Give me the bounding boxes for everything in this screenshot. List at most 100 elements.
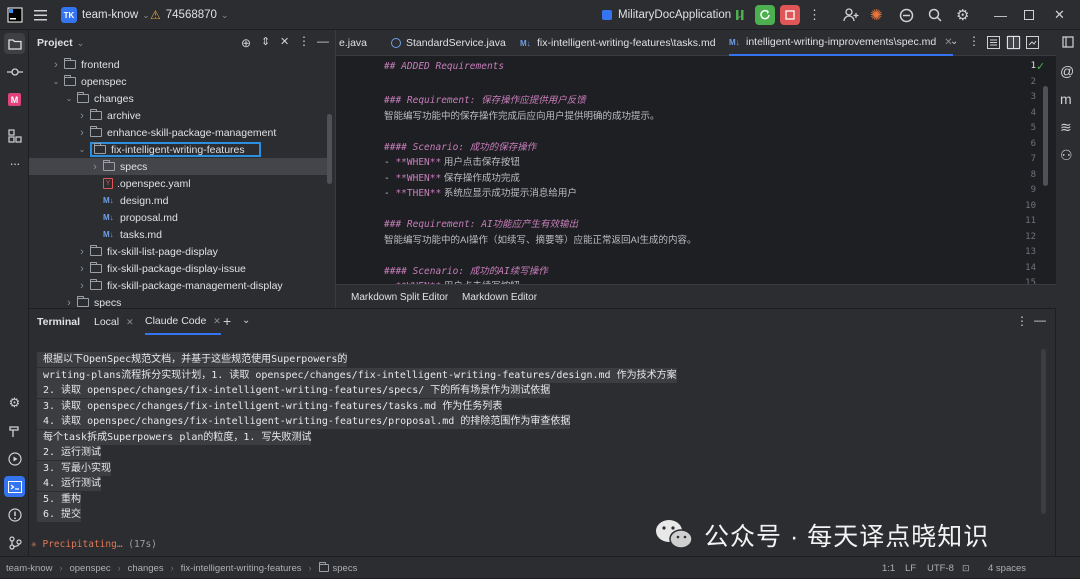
- close-window-button[interactable]: ✕: [1054, 0, 1065, 30]
- build-hammer-icon[interactable]: [4, 420, 25, 441]
- structure-icon[interactable]: [4, 125, 25, 146]
- lock-icon[interactable]: ⊡: [962, 557, 970, 579]
- tree-item[interactable]: Y .openspec.yaml: [29, 175, 329, 192]
- notifications-icon[interactable]: [1061, 35, 1075, 49]
- caret-position[interactable]: 1:1: [882, 557, 895, 579]
- markdown-m-icon[interactable]: m: [1060, 91, 1072, 107]
- hide-panel-icon[interactable]: —: [317, 34, 329, 48]
- sync-icon[interactable]: [899, 0, 914, 30]
- search-icon[interactable]: [928, 0, 942, 30]
- breadcrumb-item[interactable]: fix-intelligent-writing-features: [181, 563, 302, 574]
- settings-gear-icon[interactable]: ⚙: [956, 0, 969, 30]
- code-area[interactable]: 1 ## ADDED Requirements 2 3 ### Requirement:…: [336, 56, 1056, 284]
- file-encoding[interactable]: UTF-8: [927, 557, 954, 579]
- tab-claude-code[interactable]: Claude Code ✕: [145, 309, 221, 335]
- app-logo-icon[interactable]: [7, 0, 23, 30]
- chevron-down-icon[interactable]: ⌄: [51, 77, 61, 86]
- chevron-down-icon[interactable]: ⌄: [77, 145, 87, 154]
- tree-item[interactable]: M↓ design.md: [29, 192, 329, 209]
- project-tool-folder-icon[interactable]: [4, 33, 25, 54]
- chevron-right-icon[interactable]: ›: [77, 246, 87, 258]
- chevron-right-icon[interactable]: ›: [77, 280, 87, 292]
- pause-button[interactable]: [734, 0, 746, 30]
- git-icon[interactable]: [4, 532, 25, 553]
- services-icon[interactable]: ⚙: [4, 392, 25, 413]
- tab-e-java[interactable]: e.java: [339, 30, 367, 56]
- terminal-options-icon[interactable]: ⋮: [1016, 314, 1028, 328]
- chevron-right-icon[interactable]: ›: [77, 110, 87, 122]
- add-user-icon[interactable]: [843, 0, 859, 30]
- line-ending[interactable]: LF: [905, 557, 916, 579]
- tree-item-label: specs: [94, 296, 122, 309]
- copilot-icon[interactable]: ⚇: [1060, 147, 1073, 164]
- tree-item[interactable]: › archive: [29, 107, 329, 124]
- maximize-button[interactable]: [1024, 0, 1034, 30]
- chevron-right-icon[interactable]: ›: [51, 59, 61, 71]
- split-view-icon[interactable]: [1006, 35, 1021, 50]
- more-icon[interactable]: ⋮: [968, 34, 980, 48]
- ai-assistant-icon[interactable]: ✺: [870, 0, 883, 30]
- tree-item[interactable]: › specs: [29, 158, 329, 175]
- close-tab-icon[interactable]: ✕: [126, 317, 134, 328]
- locate-icon[interactable]: ⊕: [241, 36, 251, 50]
- chevron-right-icon[interactable]: ›: [77, 127, 87, 139]
- tabs-dropdown-icon[interactable]: ⌄: [950, 36, 958, 47]
- terminal-icon[interactable]: [4, 476, 25, 497]
- vcs-widget[interactable]: ⚠ 74568870 ⌄: [150, 0, 228, 30]
- options-icon[interactable]: ⋮: [298, 34, 310, 48]
- chevron-right-icon[interactable]: ›: [64, 297, 74, 309]
- tree-item[interactable]: ⌄ changes: [29, 90, 329, 107]
- tab-spec-md[interactable]: M↓ intelligent-writing-improvements\spec…: [729, 30, 953, 56]
- tree-item[interactable]: ⌄ fix-intelligent-writing-features: [29, 141, 329, 158]
- hide-terminal-icon[interactable]: —: [1034, 313, 1046, 327]
- new-tab-plus-icon[interactable]: +: [223, 313, 231, 329]
- breadcrumb-item[interactable]: openspec: [69, 563, 110, 574]
- database-icon[interactable]: ≋: [1060, 119, 1072, 136]
- tabs-chevron-down-icon[interactable]: ⌄: [242, 315, 250, 326]
- rerun-button[interactable]: [755, 0, 775, 30]
- tab-markdown-editor[interactable]: Markdown Editor: [462, 285, 537, 309]
- run-config-name: MilitaryDocApplication: [618, 9, 732, 21]
- main-menu-icon[interactable]: [34, 0, 48, 30]
- preview-only-view-icon[interactable]: [1026, 36, 1039, 49]
- tree-item[interactable]: › enhance-skill-package-management: [29, 124, 329, 141]
- minimize-button[interactable]: —: [994, 0, 1007, 30]
- chevron-down-icon[interactable]: ⌄: [77, 38, 85, 49]
- tree-item[interactable]: › fix-skill-package-display-issue: [29, 260, 329, 277]
- spiral-ai-icon[interactable]: @: [1060, 63, 1074, 79]
- breadcrumb-item[interactable]: team-know: [6, 563, 52, 574]
- close-tab-icon[interactable]: ✕: [213, 316, 221, 327]
- indent-setting[interactable]: 4 spaces: [988, 557, 1026, 579]
- expand-collapse-icon[interactable]: ⇕: [261, 35, 270, 48]
- run-config-selector[interactable]: MilitaryDocApplication ⌄: [601, 0, 743, 30]
- tree-item[interactable]: ⌄ openspec: [29, 73, 329, 90]
- breadcrumb-item[interactable]: changes: [128, 563, 164, 574]
- project-switcher[interactable]: TK team-know ⌄: [61, 0, 150, 30]
- collapse-all-icon[interactable]: ✕: [280, 35, 289, 48]
- chevron-right-icon[interactable]: ›: [77, 263, 87, 275]
- chevron-down-icon[interactable]: ⌄: [64, 94, 74, 103]
- tree-item[interactable]: › fix-skill-package-management-display: [29, 277, 329, 294]
- tree-item[interactable]: › frontend: [29, 56, 329, 73]
- tree-item[interactable]: M↓ tasks.md: [29, 226, 329, 243]
- breadcrumb-item[interactable]: specs: [333, 563, 358, 574]
- tree-scrollbar[interactable]: [327, 114, 332, 184]
- tab-standard-service[interactable]: StandardService.java: [391, 30, 506, 56]
- tab-local[interactable]: Local ✕: [94, 309, 134, 335]
- run-icon[interactable]: [4, 448, 25, 469]
- more-actions-icon[interactable]: ⋮: [808, 0, 821, 30]
- problems-icon[interactable]: [4, 504, 25, 525]
- tree-item[interactable]: › fix-skill-list-page-display: [29, 243, 329, 260]
- tab-markdown-split-editor[interactable]: Markdown Split Editor: [351, 285, 448, 309]
- chevron-right-icon[interactable]: ›: [90, 161, 100, 173]
- editor-scrollbar[interactable]: [1043, 86, 1048, 186]
- stop-button[interactable]: [780, 0, 800, 30]
- project-panel-title[interactable]: Project: [37, 37, 73, 49]
- commit-icon[interactable]: [4, 61, 25, 82]
- editor-only-view-icon[interactable]: [987, 36, 1000, 49]
- plugin-m-icon[interactable]: M: [4, 89, 25, 110]
- terminal-scrollbar[interactable]: [1041, 349, 1046, 514]
- more-tools-icon[interactable]: ···: [4, 153, 25, 174]
- tab-tasks-md[interactable]: M↓ fix-intelligent-writing-features\task…: [520, 30, 716, 56]
- tree-item[interactable]: M↓ proposal.md: [29, 209, 329, 226]
